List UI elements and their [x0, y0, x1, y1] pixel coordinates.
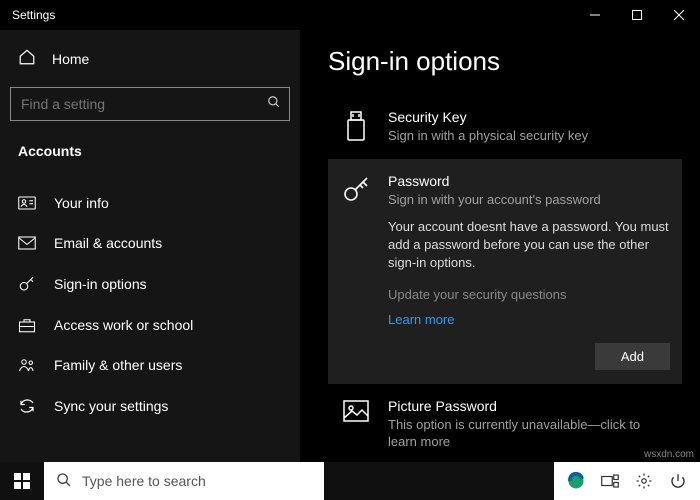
key-icon — [18, 275, 36, 293]
titlebar: Settings — [0, 0, 700, 30]
option-title: Security Key — [388, 109, 670, 125]
update-security-questions-link[interactable]: Update your security questions — [388, 287, 670, 302]
picture-icon — [340, 398, 372, 451]
password-detail: Your account doesnt have a password. You… — [388, 218, 670, 273]
sync-icon — [18, 397, 36, 415]
nav-your-info[interactable]: Your info — [0, 183, 300, 223]
page-heading: Sign-in options — [328, 46, 682, 77]
nav-label: Your info — [54, 195, 109, 211]
search-box[interactable] — [10, 87, 290, 121]
nav-email-accounts[interactable]: Email & accounts — [0, 223, 300, 263]
nav-list: Your info Email & accounts Sign-in optio… — [0, 183, 300, 427]
nav-sync-settings[interactable]: Sync your settings — [0, 385, 300, 427]
learn-more-link[interactable]: Learn more — [388, 312, 670, 327]
task-view-icon[interactable] — [600, 471, 620, 491]
home-nav[interactable]: Home — [0, 38, 300, 79]
settings-gear-icon[interactable] — [634, 471, 654, 491]
search-input[interactable] — [21, 96, 267, 112]
settings-window: Settings Home Accounts — [0, 0, 700, 462]
taskbar-search[interactable]: Type here to search — [44, 462, 324, 500]
minimize-button[interactable] — [574, 0, 616, 30]
option-sub: Sign in with your account's password — [388, 191, 670, 209]
nav-label: Email & accounts — [54, 235, 162, 251]
option-password[interactable]: Password Sign in with your account's pas… — [328, 159, 682, 384]
main-panel: Sign-in options Security Key Sign in wit… — [300, 30, 700, 462]
usb-key-icon — [340, 109, 372, 145]
briefcase-icon — [18, 317, 36, 333]
key-large-icon — [340, 173, 372, 370]
nav-label: Sync your settings — [54, 398, 168, 414]
sidebar: Home Accounts Your info — [0, 30, 300, 462]
option-sub: This option is currently unavailable—cli… — [388, 416, 670, 451]
watermark: wsxdn.com — [644, 449, 694, 460]
close-button[interactable] — [658, 0, 700, 30]
nav-family-users[interactable]: Family & other users — [0, 345, 300, 385]
edge-icon[interactable] — [566, 471, 586, 491]
option-title: Password — [388, 173, 670, 189]
nav-access-work[interactable]: Access work or school — [0, 305, 300, 345]
people-icon — [18, 357, 36, 373]
add-button[interactable]: Add — [595, 343, 670, 370]
system-tray — [554, 462, 700, 500]
option-body: Password Sign in with your account's pas… — [388, 173, 670, 370]
add-row: Add — [388, 343, 670, 370]
nav-signin-options[interactable]: Sign-in options — [0, 263, 300, 305]
maximize-button[interactable] — [616, 0, 658, 30]
window-title: Settings — [0, 8, 574, 22]
option-title: Picture Password — [388, 398, 670, 414]
mail-icon — [18, 236, 36, 250]
person-card-icon — [18, 196, 36, 210]
nav-label: Sign-in options — [54, 276, 147, 292]
option-body: Security Key Sign in with a physical sec… — [388, 109, 670, 145]
search-icon — [267, 95, 281, 114]
option-sub: Sign in with a physical security key — [388, 127, 670, 145]
taskbar: Type here to search — [0, 462, 700, 500]
taskbar-search-placeholder: Type here to search — [82, 473, 206, 489]
start-button[interactable] — [0, 462, 44, 500]
power-icon[interactable] — [668, 471, 688, 491]
nav-label: Access work or school — [54, 317, 193, 333]
option-picture-password[interactable]: Picture Password This option is currentl… — [328, 384, 682, 462]
nav-label: Family & other users — [54, 357, 182, 373]
category-label: Accounts — [0, 133, 300, 169]
option-body: Picture Password This option is currentl… — [388, 398, 670, 451]
option-security-key[interactable]: Security Key Sign in with a physical sec… — [328, 95, 682, 159]
home-label: Home — [52, 51, 89, 67]
search-icon — [56, 472, 72, 491]
content-area: Home Accounts Your info — [0, 30, 700, 462]
home-icon — [18, 48, 36, 69]
